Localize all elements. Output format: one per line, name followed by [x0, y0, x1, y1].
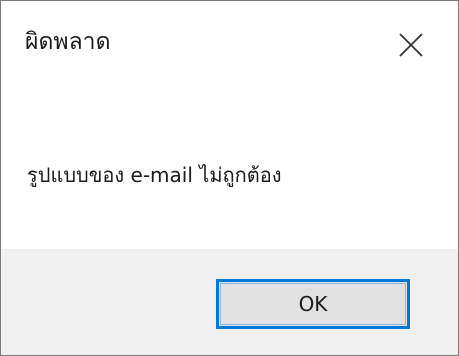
error-message: รูปแบบของ e-mail ไม่ถูกต้อง: [27, 163, 282, 187]
ok-button[interactable]: OK: [216, 279, 410, 329]
title-bar: ผิดพลาด: [1, 1, 458, 79]
close-button[interactable]: [389, 25, 433, 65]
dialog-content: รูปแบบของ e-mail ไม่ถูกต้อง: [1, 79, 458, 249]
button-bar: OK: [1, 249, 458, 355]
dialog-title: ผิดพลาด: [25, 29, 111, 55]
error-dialog: ผิดพลาด รูปแบบของ e-mail ไม่ถูกต้อง OK: [0, 0, 459, 356]
ok-button-label: OK: [298, 292, 328, 316]
close-icon: [399, 33, 423, 57]
